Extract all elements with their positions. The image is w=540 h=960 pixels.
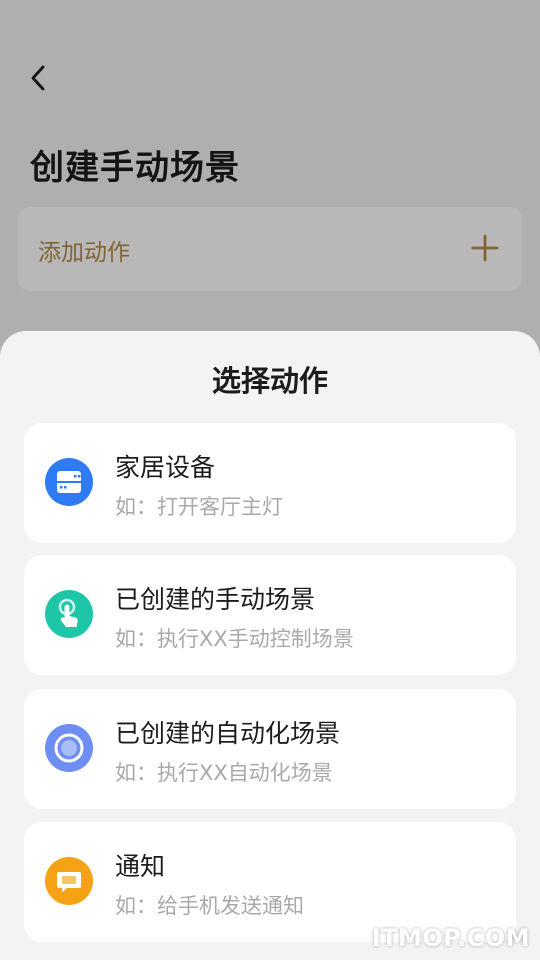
sheet-title: 选择动作 [211, 364, 328, 398]
message-icon [45, 857, 93, 905]
device-icon [45, 458, 93, 506]
action-option-auto-scene[interactable]: 已创建的自动化场景 如：执行XX自动化场景 [24, 689, 516, 809]
watermark-logo: ITMOP.COM [371, 924, 530, 952]
option-subtitle: 如：打开客厅主灯 [115, 495, 283, 519]
option-subtitle: 如：执行XX手动控制场景 [115, 627, 354, 651]
hand-tap-icon [45, 590, 93, 638]
select-action-sheet: 选择动作 家居设备 如：打开客厅主灯 已创建的手动场景 如：执行XX手动控制场景 [0, 331, 540, 960]
action-option-manual-scene[interactable]: 已创建的手动场景 如：执行XX手动控制场景 [24, 555, 516, 675]
action-option-home-device[interactable]: 家居设备 如：打开客厅主灯 [24, 423, 516, 543]
option-subtitle: 如：执行XX自动化场景 [115, 761, 333, 785]
option-title: 家居设备 [115, 453, 216, 482]
option-title: 已创建的自动化场景 [115, 719, 341, 748]
option-title: 通知 [115, 852, 166, 881]
auto-circle-icon [45, 724, 93, 772]
option-subtitle: 如：给手机发送通知 [115, 894, 304, 918]
option-title: 已创建的手动场景 [115, 585, 316, 614]
